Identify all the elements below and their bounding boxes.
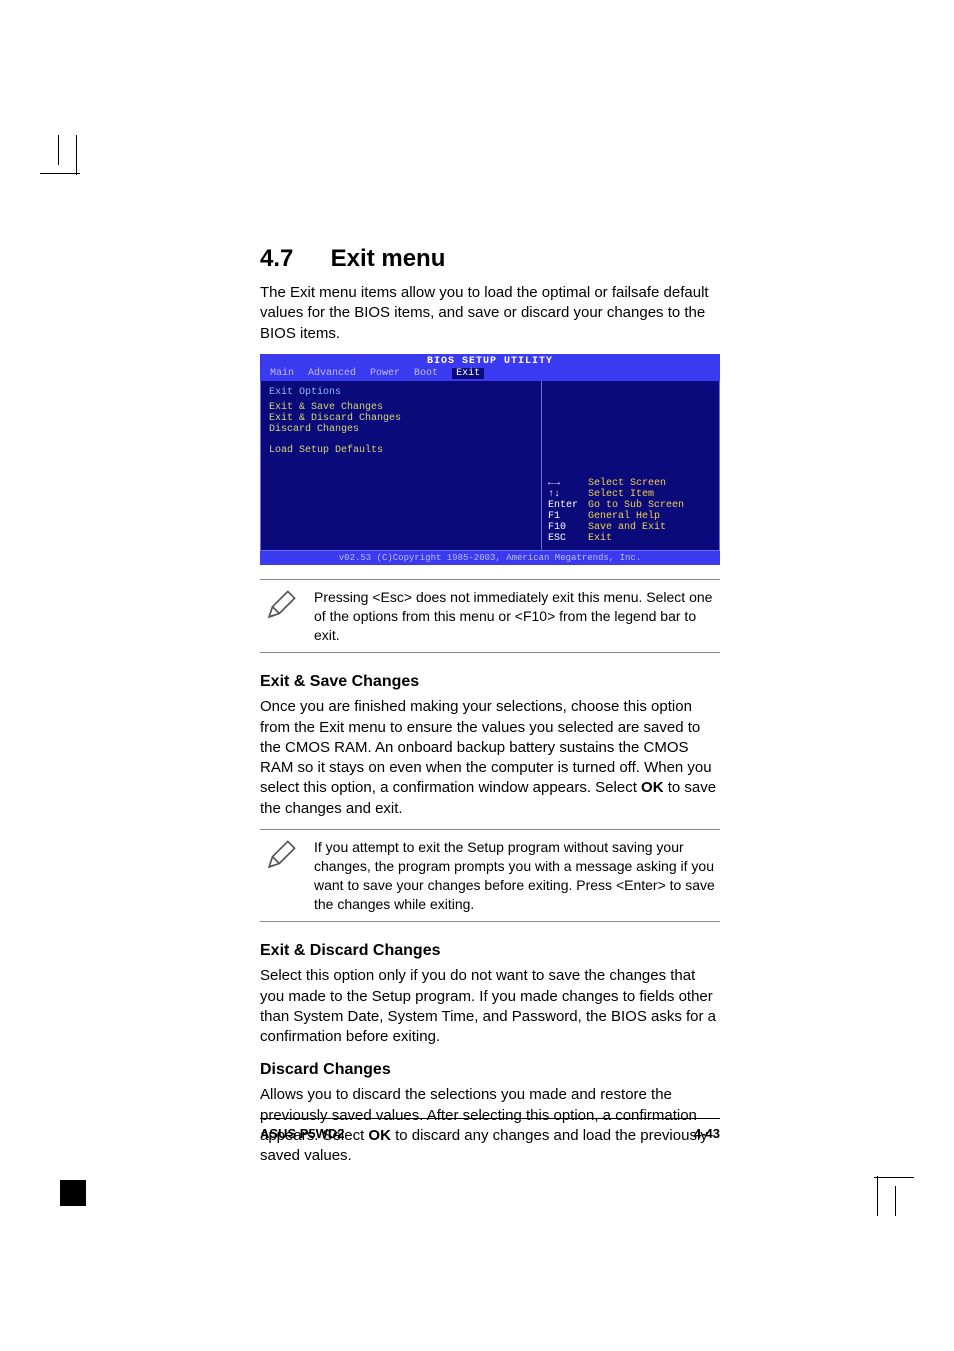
crop-mark xyxy=(877,1176,878,1216)
bios-title: BIOS SETUP UTILITY xyxy=(260,354,720,367)
bios-group-label: Exit Options xyxy=(269,387,533,398)
legend-row: EnterGo to Sub Screen xyxy=(548,500,713,511)
pencil-icon xyxy=(264,588,298,627)
footer-rule xyxy=(260,1118,720,1119)
section-title-text: Exit menu xyxy=(331,245,446,272)
note-text: Pressing <Esc> does not immediately exit… xyxy=(314,588,716,645)
footer-product: ASUS P5WD2 xyxy=(260,1126,345,1141)
bios-item: Load Setup Defaults xyxy=(269,445,533,456)
content-column: 4.7 Exit menu The Exit menu items allow … xyxy=(260,245,720,1176)
bios-item: Discard Changes xyxy=(269,424,533,435)
bios-tab-bar: Main Advanced Power Boot Exit xyxy=(260,367,720,381)
page-footer: ASUS P5WD2 4-43 xyxy=(260,1126,720,1141)
footer-page-number: 4-43 xyxy=(694,1126,720,1141)
intro-paragraph: The Exit menu items allow you to load th… xyxy=(260,283,720,344)
legend-row: ↑↓Select Item xyxy=(548,489,713,500)
section-heading: 4.7 Exit menu xyxy=(260,245,720,273)
subsection-heading: Exit & Save Changes xyxy=(260,673,720,691)
bios-tab-power: Power xyxy=(370,368,400,379)
note-box: Pressing <Esc> does not immediately exit… xyxy=(260,579,720,654)
body-paragraph: Once you are finished making your select… xyxy=(260,697,720,819)
bios-item: Exit & Discard Changes xyxy=(269,413,533,424)
bios-tab-boot: Boot xyxy=(414,368,438,379)
bios-item: Exit & Save Changes xyxy=(269,402,533,413)
bios-tab-advanced: Advanced xyxy=(308,368,356,379)
section-number: 4.7 xyxy=(260,245,324,273)
note-box: If you attempt to exit the Setup program… xyxy=(260,829,720,923)
subsection-heading: Exit & Discard Changes xyxy=(260,942,720,960)
crop-mark xyxy=(874,1177,914,1178)
bios-legend-panel: ←→Select Screen ↑↓Select Item EnterGo to… xyxy=(542,381,719,550)
bios-screenshot: BIOS SETUP UTILITY Main Advanced Power B… xyxy=(260,354,720,565)
bios-options-panel: Exit Options Exit & Save Changes Exit & … xyxy=(261,381,542,550)
crop-mark xyxy=(60,1180,86,1206)
crop-mark xyxy=(40,173,80,174)
legend-row: F10Save and Exit xyxy=(548,522,713,533)
note-text: If you attempt to exit the Setup program… xyxy=(314,838,716,914)
crop-mark xyxy=(76,135,77,175)
bios-body: Exit Options Exit & Save Changes Exit & … xyxy=(260,381,720,551)
ok-label: OK xyxy=(641,779,664,796)
crop-mark xyxy=(58,135,59,165)
bios-tab-main: Main xyxy=(270,368,294,379)
subsection-heading: Discard Changes xyxy=(260,1061,720,1079)
crop-mark xyxy=(895,1186,896,1216)
bios-copyright: v02.53 (C)Copyright 1985-2003, American … xyxy=(260,551,720,565)
bios-tab-exit: Exit xyxy=(452,368,484,379)
legend-row: ESCExit xyxy=(548,533,713,544)
legend-row: ←→Select Screen xyxy=(548,478,713,489)
pencil-icon xyxy=(264,838,298,877)
body-paragraph: Select this option only if you do not wa… xyxy=(260,966,720,1047)
document-page: 4.7 Exit menu The Exit menu items allow … xyxy=(0,0,954,1351)
legend-row: F1General Help xyxy=(548,511,713,522)
